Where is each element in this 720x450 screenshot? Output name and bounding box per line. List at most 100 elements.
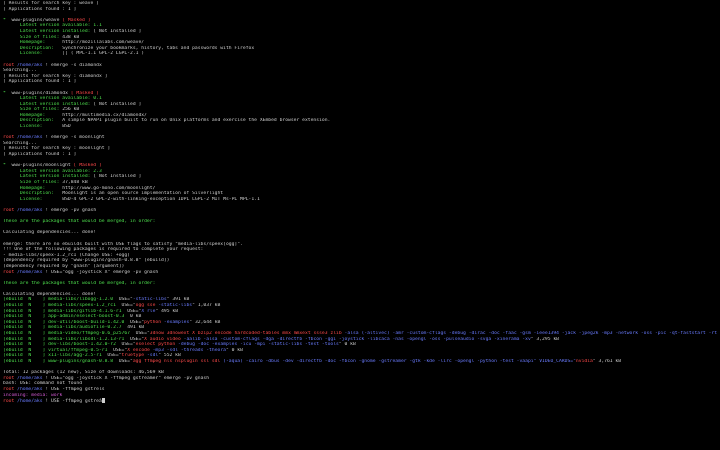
terminal-text-segment: media-libs/audiofile-0.2.7 <box>48 325 128 331</box>
terminal-text-segment: Synchronize your bookmarks, history, tab… <box>62 45 255 51</box>
terminal-text-segment: [ Masked ] <box>70 163 102 169</box>
terminal-text-segment: [ Masked ] <box>67 90 99 96</box>
terminal-text-segment: [ebuild N ] <box>3 314 49 320</box>
terminal-text-segment: USE=" <box>127 308 142 314</box>
terminal-text-segment: Latest version installed: <box>3 101 94 107</box>
terminal-text-segment: 438 kB <box>62 34 80 40</box>
terminal-text-segment: " 495 kB <box>155 308 179 314</box>
terminal-text-segment: Moonlight is an open source implementati… <box>62 191 224 197</box>
terminal-text-segment: (dependency required by "gnash" [argumen… <box>3 263 125 269</box>
terminal-text-segment: X rle <box>141 308 156 314</box>
terminal-text-segment: Latest version available: 0.1 <box>3 96 102 102</box>
terminal-text-segment: USE=" <box>121 303 136 309</box>
terminal-text-segment: ! USE="ogg -joystick X -ffmpeg gstreamer… <box>45 375 210 381</box>
terminal-text-segment: [ebuild N ] <box>3 308 49 314</box>
terminal-text-segment: These are the packages that would be mer… <box>3 219 156 225</box>
terminal-text-segment: root <box>3 399 18 404</box>
terminal-text-segment: www-plugins/diamondx <box>11 90 68 96</box>
terminal-text-segment: Homepage: <box>3 112 63 118</box>
terminal-text-segment: Latest version available: 2.3 <box>3 168 102 174</box>
terminal-text-segment: /home/aks <box>17 375 46 381</box>
terminal-line: [ebuild N ] www-plugins/gnash-0.8.8 USE=… <box>3 359 717 365</box>
terminal-text-segment: [ebuild N ] <box>3 331 49 337</box>
terminal-text-segment: Latest version installed: <box>3 28 94 34</box>
terminal-line: root /home/aks ! USE -ffmpeg gstreâ <box>3 398 717 404</box>
terminal-text-segment: " 0 kB <box>225 347 243 353</box>
terminal-text-segment: Calculating dependencies... done! <box>3 291 97 297</box>
terminal-text-segment: http://www.go-mono.com/moonlight/ <box>62 185 156 191</box>
terminal-text-segment: " 391 kB <box>166 297 190 303</box>
terminal-text-segment: || ( MPL-1.1 GPL-2 LGPL-2.1 ) <box>62 51 145 57</box>
terminal-text-segment: x11-libs/agg-2.5-r1 <box>48 353 108 359</box>
terminal-text-segment: License: <box>3 196 63 202</box>
terminal-text-segment: - media-libs/speex-1.2_rc1 (Change USE: … <box>3 252 130 258</box>
terminal-text-segment: 3dnow 3dnowext X bzip2 encode hardcoded-… <box>149 331 345 337</box>
terminal-text-segment: media-libs/speex-1.2_rc1 <box>48 303 122 309</box>
terminal-text-segment: root <box>3 386 18 392</box>
terminal-text-segment: License: <box>3 124 63 130</box>
terminal-text-segment: /home/aks <box>17 62 46 68</box>
terminal-text-segment: X encode <box>127 347 153 353</box>
terminal-text-segment: [ebuild N ] <box>3 353 49 359</box>
terminal-text-segment: BSD-4 GPL-2 GPL-2-with-linking-exception… <box>62 196 260 202</box>
terminal-text-segment: !!! One of the following packages is req… <box>3 247 204 253</box>
terminal-text-segment: Searching... <box>3 68 37 74</box>
terminal-text-segment: -examples <box>163 319 190 325</box>
terminal-text-segment: -static-libs <box>158 303 193 309</box>
terminal-text-segment: " 552 kB <box>158 353 181 359</box>
terminal-text-segment: bash: USE: command not found <box>3 381 83 387</box>
terminal-text-segment: Total: 12 packages (12 new), Size of dow… <box>3 370 164 376</box>
terminal-text-segment: Homepage: <box>3 185 63 191</box>
terminal-text-segment: media-libs/libsdl-1.2.13-r1 <box>48 336 130 342</box>
terminal-text-segment: ogg sse <box>135 303 159 309</box>
terminal-text-segment: media-libs/libogg-1.2.0 <box>48 297 119 303</box>
terminal-text-segment: " 32,644 kB <box>189 319 221 325</box>
terminal-text-segment: python <box>144 319 164 325</box>
terminal-text-segment: app-admin/eselect-boost-0.3 <box>48 314 130 320</box>
terminal-text-segment: " 1,037 kB <box>192 303 221 309</box>
terminal-text-segment: root <box>3 62 18 68</box>
terminal-text-segment: 491 kB <box>127 325 145 331</box>
terminal-text-segment: These are the packages that would be mer… <box>3 280 156 286</box>
terminal-text-segment: agg ffmpeg nls nsplugin ssl sdl <box>132 359 224 364</box>
terminal-text-segment: -mp3 -sdl -threads -theora <box>152 347 226 353</box>
terminal-text-segment: [ebuild N ] <box>3 325 49 331</box>
terminal-text-segment: virtual/ffmpeg-0.5-r1 <box>48 347 114 353</box>
terminal-text-segment: [ebuild N ] <box>3 342 49 348</box>
terminal-text-segment: [ Applications found : 1 ] <box>3 6 77 12</box>
terminal-text-segment: License: <box>3 51 63 57</box>
terminal-text-segment: /home/aks <box>17 207 46 213</box>
terminal-text-segment: X audio video <box>144 336 184 342</box>
terminal-text-segment: [ebuild N ] <box>3 303 49 309</box>
terminal-text-segment: [ebuild N ] <box>3 347 49 353</box>
terminal-text-segment: -aalib -alsa -custom-cflags -dga -direct… <box>183 336 531 342</box>
terminal-text-segment: USE=" <box>121 342 136 348</box>
terminal-text-segment: [ Results for search key : moonlight ] <box>3 146 111 152</box>
terminal-text-segment: USE=" <box>130 336 145 342</box>
terminal-text-segment: (dependency required by "www-plugins/gna… <box>3 258 170 264</box>
terminal-text-segment: /home/aks <box>17 386 46 392</box>
terminal-text-segment: -static-libs <box>132 297 167 303</box>
terminal-text-segment: root <box>3 269 18 275</box>
terminal-text-segment: Homepage: <box>3 40 63 46</box>
terminal-text-segment: 256 kB <box>62 107 80 113</box>
terminal-output[interactable]: [ Results for search key : weave ][ Appl… <box>0 0 720 450</box>
terminal-text-segment: (-aqua) -cairo -dbus -dev -directfb -doc… <box>223 359 576 364</box>
terminal-text-segment: http://multimedia.cx/diamondx/ <box>62 112 147 118</box>
terminal-text-segment: USE=" <box>118 297 133 303</box>
terminal-text-segment: [ Results for search key : weave ] <box>3 1 99 6</box>
terminal-text-segment: www-plugins/weave <box>11 17 60 23</box>
terminal-text-segment: Description: <box>3 45 63 51</box>
terminal-text-segment: " 3,761 kB <box>592 359 622 364</box>
terminal-text-segment: [ebuild N ] <box>3 336 49 342</box>
terminal-text-segment: A simple NPAPI plugin built to run on Un… <box>62 118 331 124</box>
terminal-text-segment: emerge: there are no ebuilds built with … <box>3 241 243 247</box>
terminal-text-segment: 0 kB <box>130 314 142 320</box>
terminal-text-segment: Latest version installed: <box>3 174 94 180</box>
terminal-text-segment: USE=" <box>107 353 122 359</box>
terminal-text-segment: USE=" <box>118 359 133 364</box>
terminal-text-segment: Size of files: <box>3 34 63 40</box>
terminal-text-segment: -debug -doc -examples -icu -mpi -static-… <box>178 342 339 348</box>
terminal-text-segment: [ebuild N ] <box>3 319 49 325</box>
terminal-text-segment: dev-libs/boost-1.42.0-r2 <box>48 342 122 348</box>
